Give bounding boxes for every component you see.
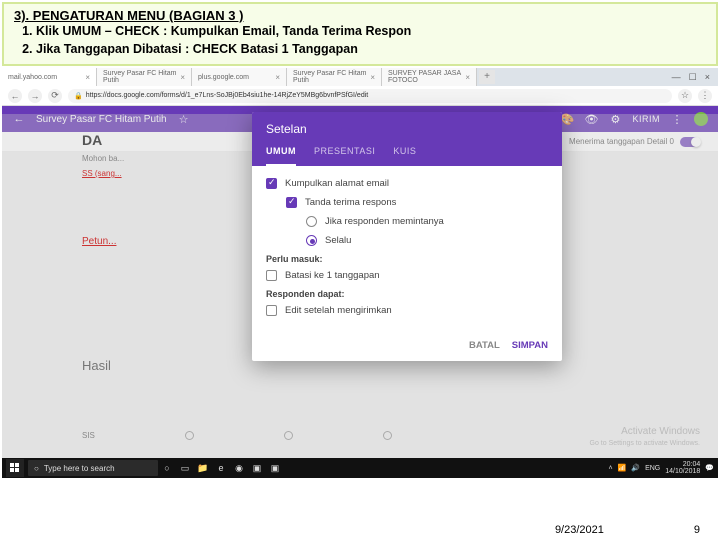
close-icon[interactable]: ×	[370, 73, 375, 82]
footer-date: 9/23/2021	[555, 524, 604, 536]
section-header: Responden dapat:	[266, 289, 548, 299]
page-number: 9	[694, 524, 700, 536]
form-background: DA Mohon ba... SS (sang...	[82, 132, 124, 178]
modal-footer: BATAL SIMPAN	[252, 330, 562, 361]
option-label: Jika responden memintanya	[325, 216, 444, 227]
lock-icon: 🔒	[74, 92, 83, 100]
maximize-button[interactable]: ☐	[689, 72, 697, 83]
option-receipt[interactable]: Tanda terima respons	[266, 197, 548, 208]
browser-toolbar: ← → ⟳ 🔒 https://docs.google.com/forms/d/…	[2, 86, 718, 106]
tray-up-icon[interactable]: ˄	[609, 465, 613, 472]
menu-icon[interactable]: ⋮	[698, 89, 712, 103]
notifications-icon[interactable]: 💬	[705, 464, 714, 472]
slide-footer: 9/23/2021 9	[555, 524, 700, 536]
tab-presentasi[interactable]: PRESENTASI	[314, 146, 375, 166]
back-button[interactable]: ←	[8, 89, 22, 103]
tab-kuis[interactable]: KUIS	[393, 146, 416, 166]
modal-title: Setelan	[266, 122, 548, 136]
modal-tabs: UMUM PRESENTASI KUIS	[266, 146, 548, 166]
cortana-icon[interactable]: ○	[159, 460, 175, 476]
start-button[interactable]	[6, 459, 24, 477]
minimize-button[interactable]: —	[672, 72, 681, 83]
search-placeholder: Type here to search	[44, 464, 115, 473]
explorer-icon[interactable]: 📁	[195, 460, 211, 476]
option-label: Selalu	[325, 235, 351, 246]
form-text: Mohon ba...	[82, 154, 124, 163]
save-button[interactable]: SIMPAN	[512, 340, 548, 351]
windows-icon	[10, 463, 20, 473]
edge-icon[interactable]: e	[213, 460, 229, 476]
option-limit-one[interactable]: Batasi ke 1 tanggapan	[266, 270, 548, 281]
instruction-item: Jika Tanggapan Dibatasi : CHECK Batasi 1…	[36, 41, 706, 59]
close-button[interactable]: ×	[705, 72, 710, 83]
browser-tab[interactable]: Survey Pasar FC Hitam Putih×	[287, 68, 382, 86]
forward-button[interactable]: →	[28, 89, 42, 103]
cancel-button[interactable]: BATAL	[469, 340, 500, 351]
form-text: SS (sang...	[82, 169, 124, 178]
window-controls: — ☐ ×	[664, 72, 718, 83]
option-edit-after[interactable]: Edit setelah mengirimkan	[266, 305, 548, 316]
close-icon[interactable]: ×	[85, 73, 90, 82]
app-icon[interactable]: ▣	[249, 460, 265, 476]
option-label: Batasi ke 1 tanggapan	[285, 270, 380, 281]
checkbox-icon[interactable]	[266, 270, 277, 281]
reload-button[interactable]: ⟳	[48, 89, 62, 103]
section-header: Perlu masuk:	[266, 254, 548, 264]
tab-umum[interactable]: UMUM	[266, 146, 296, 166]
browser-tab-strip: mail.yahoo.com× Survey Pasar FC Hitam Pu…	[2, 68, 718, 86]
address-bar[interactable]: 🔒 https://docs.google.com/forms/d/1_e7Ln…	[68, 89, 672, 103]
close-icon[interactable]: ×	[465, 73, 470, 82]
instruction-item: Klik UMUM – CHECK : Kumpulkan Email, Tan…	[36, 23, 706, 41]
tray-date[interactable]: 14/10/2018	[665, 468, 700, 475]
tray-time[interactable]: 20:04	[683, 461, 701, 468]
radio-icon[interactable]	[306, 216, 317, 227]
option-row: SIS	[82, 431, 392, 440]
close-icon[interactable]: ×	[180, 73, 185, 82]
browser-tab[interactable]: plus.google.com×	[192, 68, 287, 86]
modal-header: Setelan UMUM PRESENTASI KUIS	[252, 112, 562, 166]
windows-taskbar: ○ Type here to search ○ ▭ 📁 e ◉ ▣ ▣ ˄ 📶 …	[2, 458, 718, 478]
checkbox-icon[interactable]	[266, 178, 277, 189]
option-label: Kumpulkan alamat email	[285, 178, 389, 189]
checkbox-icon[interactable]	[266, 305, 277, 316]
option-label: Tanda terima respons	[305, 197, 396, 208]
browser-tab[interactable]: Survey Pasar FC Hitam Putih×	[97, 68, 192, 86]
chrome-icon[interactable]: ◉	[231, 460, 247, 476]
option-collect-email[interactable]: Kumpulkan alamat email	[266, 178, 548, 189]
settings-modal: Setelan UMUM PRESENTASI KUIS Kumpulkan a…	[252, 112, 562, 361]
radio-icon[interactable]	[306, 235, 317, 246]
taskbar-search[interactable]: ○ Type here to search	[28, 460, 158, 476]
option-always[interactable]: Selalu	[266, 235, 548, 246]
url-text: https://docs.google.com/forms/d/1_e7Lns-…	[86, 92, 369, 99]
close-icon[interactable]: ×	[275, 73, 280, 82]
instruction-title: 3). PENGATURAN MENU (BAGIAN 3 )	[14, 8, 706, 23]
app-icon[interactable]: ▣	[267, 460, 283, 476]
form-heading: DA	[82, 132, 124, 148]
instruction-list: Klik UMUM – CHECK : Kumpulkan Email, Tan…	[14, 23, 706, 58]
modal-body: Kumpulkan alamat email Tanda terima resp…	[252, 166, 562, 330]
form-section-header: Hasil	[82, 358, 111, 373]
star-icon[interactable]: ☆	[678, 89, 692, 103]
option-if-requested[interactable]: Jika responden memintanya	[266, 216, 548, 227]
form-text: Petun...	[82, 236, 116, 247]
search-icon: ○	[34, 464, 39, 473]
browser-tab[interactable]: SURVEY PASAR JASA FOTOCO×	[382, 68, 477, 86]
volume-icon[interactable]: 🔊	[631, 464, 640, 472]
option-label: Edit setelah mengirimkan	[285, 305, 392, 316]
tray-lang[interactable]: ENG	[645, 465, 660, 472]
instruction-box: 3). PENGATURAN MENU (BAGIAN 3 ) Klik UMU…	[2, 2, 718, 66]
taskview-icon[interactable]: ▭	[177, 460, 193, 476]
system-tray: ˄ 📶 🔊 ENG 20:04 14/10/2018 💬	[605, 461, 718, 475]
browser-tab[interactable]: mail.yahoo.com×	[2, 68, 97, 86]
checkbox-icon[interactable]	[286, 197, 297, 208]
wifi-icon[interactable]: 📶	[618, 464, 627, 472]
new-tab-button[interactable]: +	[479, 70, 495, 84]
screenshot: mail.yahoo.com× Survey Pasar FC Hitam Pu…	[2, 68, 718, 478]
